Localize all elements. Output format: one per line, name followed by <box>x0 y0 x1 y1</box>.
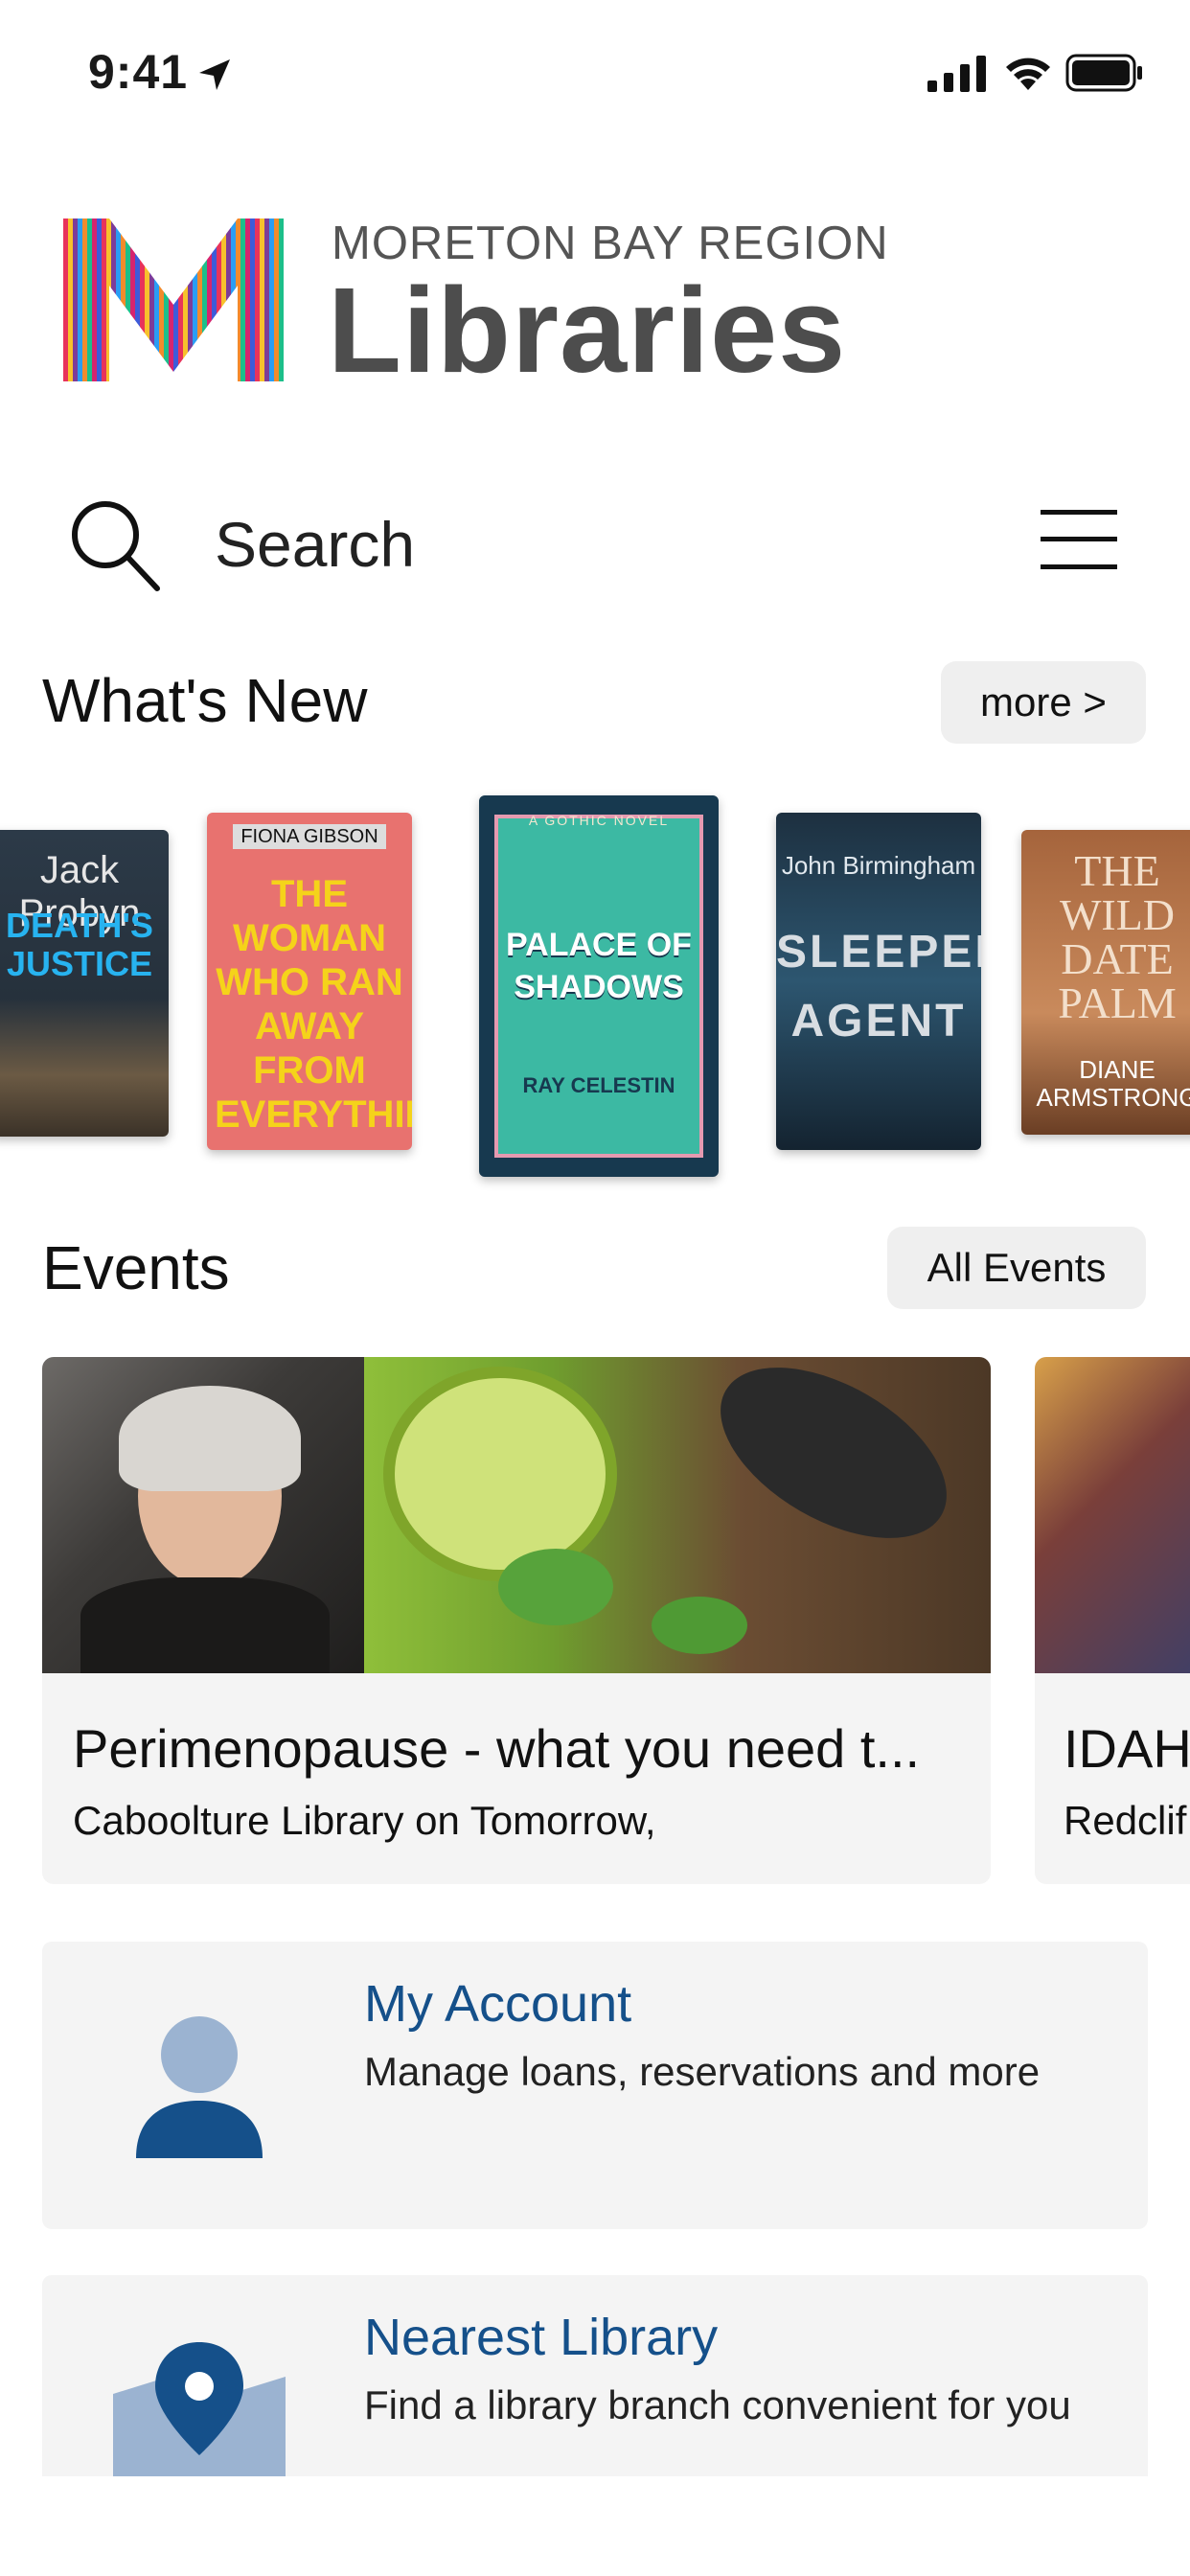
location-arrow-icon <box>199 59 230 90</box>
event-card[interactable]: IDAH Redclif <box>1035 1357 1190 1884</box>
event-title: IDAH <box>1064 1718 1190 1779</box>
brand-name: Libraries <box>328 263 847 398</box>
book-cover[interactable]: FIONA GIBSON THE WOMAN WHO RAN AWAY FROM… <box>207 813 412 1150</box>
person-icon <box>136 2016 263 2158</box>
more-button[interactable]: more > <box>941 661 1146 744</box>
event-subtitle: Caboolture Library on Tomorrow, <box>73 1798 656 1843</box>
my-account-tile[interactable]: My Account Manage loans, reservations an… <box>42 1942 1148 2229</box>
event-card[interactable]: Perimenopause - what you need t... Caboo… <box>42 1357 991 1884</box>
book-title: THE WILD DATE PALM <box>1058 846 1177 1027</box>
status-bar: 9:41 <box>0 0 1190 144</box>
search-input[interactable]: Search <box>215 508 415 581</box>
book-title: PALACE OF SHADOWS <box>506 927 692 1006</box>
book-author: FIONA GIBSON <box>233 824 386 849</box>
battery-icon <box>1065 54 1142 92</box>
book-author: DIANE ARMSTRONG <box>1036 1055 1190 1112</box>
tile-subtitle: Manage loans, reservations and more <box>364 2049 1041 2094</box>
book-cover[interactable]: John Birmingham SLEEPER AGENT <box>776 813 981 1150</box>
book-cover[interactable]: THE WILD DATE PALM DIANE ARMSTRONG <box>1021 830 1190 1135</box>
event-photo-person <box>42 1357 364 1673</box>
tile-title: Nearest Library <box>364 2309 719 2366</box>
events-title: Events <box>42 1233 230 1302</box>
library-m-logo-icon <box>63 218 284 381</box>
wifi-icon <box>1006 58 1050 90</box>
book-cover-featured[interactable]: A GOTHIC NOVEL PALACE OF SHADOWS RAY CEL… <box>479 795 719 1177</box>
hamburger-menu-icon[interactable] <box>1041 506 1117 573</box>
brand-logo: MORETON BAY REGION Libraries <box>63 215 926 391</box>
nearest-library-tile[interactable]: Nearest Library Find a library branch co… <box>42 2275 1148 2476</box>
search-bar[interactable]: Search <box>0 479 1190 604</box>
event-subtitle: Redclif <box>1064 1798 1187 1843</box>
whats-new-title: What's New <box>42 666 368 735</box>
status-time: 9:41 <box>88 45 189 99</box>
search-icon[interactable] <box>67 496 163 592</box>
event-photo <box>1035 1357 1190 1673</box>
tile-subtitle: Find a library branch convenient for you <box>364 2382 1071 2427</box>
book-tag: A GOTHIC NOVEL <box>528 813 670 828</box>
event-photo-limes <box>364 1357 991 1673</box>
tile-title: My Account <box>364 1975 632 2033</box>
book-author: RAY CELESTIN <box>522 1073 675 1097</box>
cellular-signal-icon <box>927 56 986 92</box>
event-title: Perimenopause - what you need t... <box>73 1718 921 1779</box>
book-title: THE WOMAN WHO RAN AWAY FROM EVERYTHING <box>215 873 412 1136</box>
book-author: John Birmingham <box>781 851 976 880</box>
all-events-button[interactable]: All Events <box>887 1227 1146 1309</box>
book-cover[interactable]: Jack Probyn DEATH'S JUSTICE <box>0 830 169 1137</box>
map-pin-icon <box>113 2342 286 2476</box>
book-title: SLEEPER AGENT <box>776 927 981 1046</box>
book-title: DEATH'S JUSTICE <box>6 906 153 983</box>
